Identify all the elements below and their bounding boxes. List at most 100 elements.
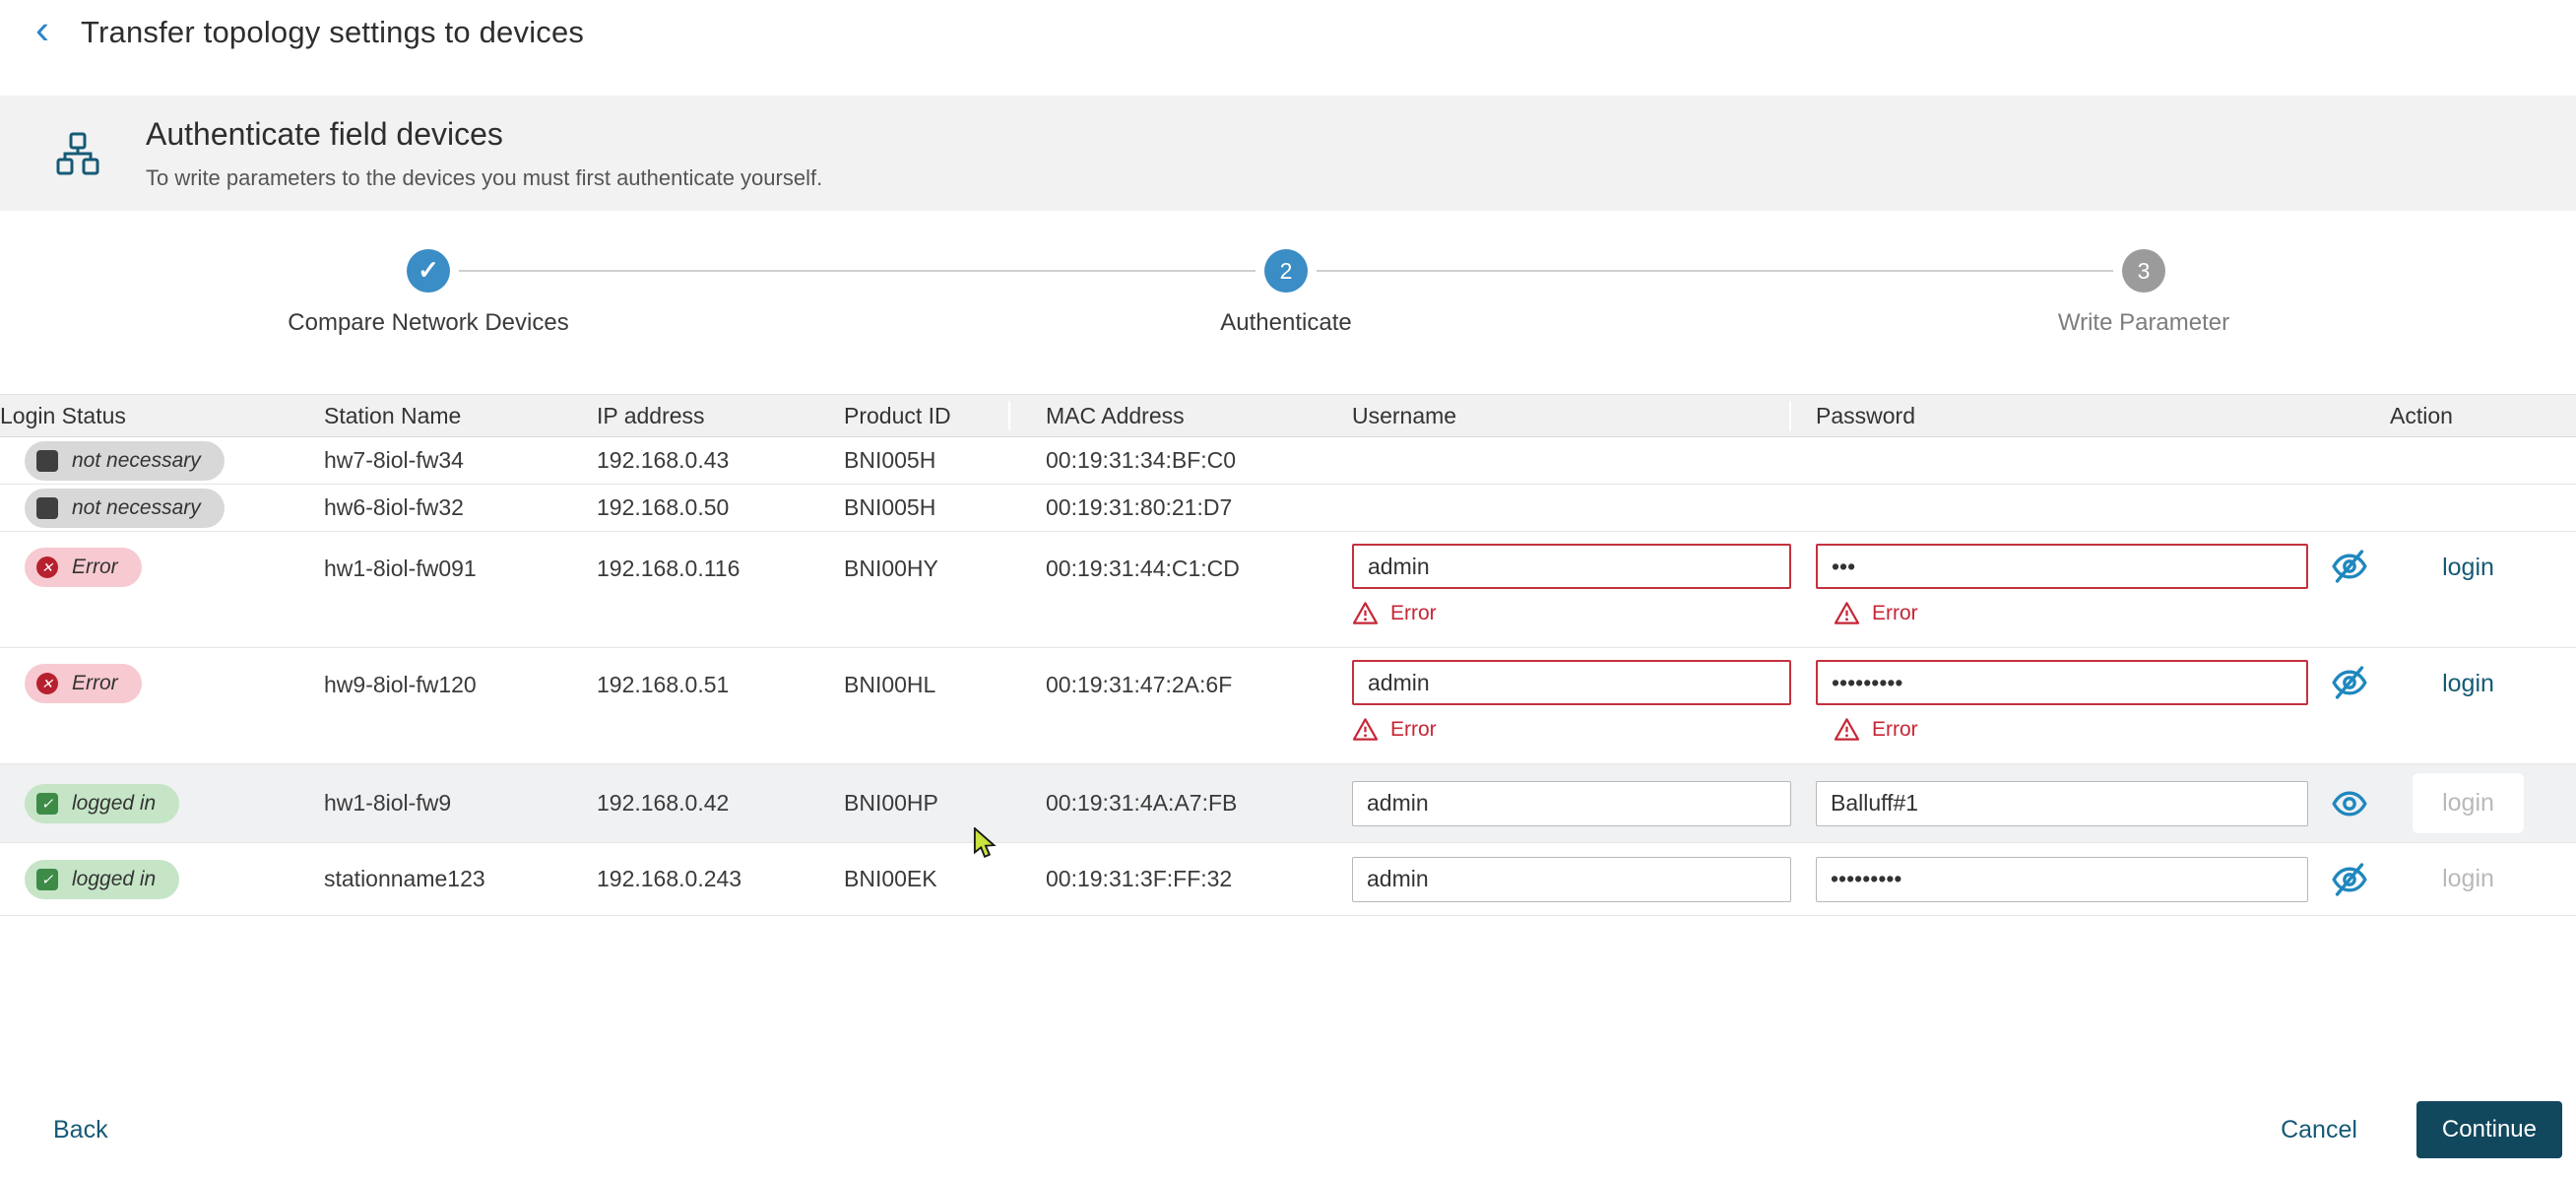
status-badge: ✕ Error [25,548,142,587]
step-2-label: Authenticate [1220,309,1352,336]
username-error: Error [1352,717,1816,742]
footer-bar: Back Cancel Continue [0,1101,2576,1158]
column-header-ip-address: IP address [597,402,705,428]
product-id-cell: BNI00HY [844,556,938,581]
action-cell: login [2390,532,2576,582]
cancel-button[interactable]: Cancel [2281,1116,2357,1144]
status-badge: ✓ logged in [25,859,180,899]
username-input[interactable] [1352,780,1791,826]
device-table-header: Login Status Station Name IP address Produc… [0,394,2576,437]
status-badge: ✓ logged in [25,783,180,823]
login-status-cell: not necessary [0,488,324,528]
station-name-cell: hw7-8iol-fw34 [324,447,464,473]
status-badge-label: logged in [72,867,157,890]
username-cell [1352,780,1816,826]
column-header-mac-address: MAC Address [1046,402,1185,428]
step-number: 3 [2137,257,2151,284]
eye-off-icon[interactable] [2330,860,2369,899]
status-badge: not necessary [25,488,225,528]
login-button[interactable]: login [2442,670,2494,698]
table-row: ✕ Error hw9-8iol-fw120 192.168.0.51 BNI00… [0,648,2576,764]
product-id-cell: BNI00HP [844,790,938,816]
step-3-circle[interactable]: 3 [2122,249,2165,293]
station-name-cell: stationname123 [324,866,485,891]
table-row: ✓ logged in stationname123 192.168.0.243 … [0,843,2576,916]
table-row: ✓ logged in hw1-8iol-fw9 192.168.0.42 BNI… [0,764,2576,843]
step-2-circle[interactable]: 2 [1264,249,1308,293]
username-input[interactable] [1352,544,1791,589]
status-badge: ✕ Error [25,664,142,703]
mac-address-cell: 00:19:31:44:C1:CD [1046,556,1240,581]
username-cell: Error [1352,648,1816,742]
login-button-box: login [2413,773,2524,833]
check-icon: ✓ [418,254,439,285]
password-input[interactable] [1816,544,2308,589]
error-text: Error [1390,717,1437,741]
username-cell: Error [1352,532,1816,625]
column-header-action: Action [2390,402,2453,428]
table-row: not necessary hw7-8iol-fw34 192.168.0.43… [0,437,2576,485]
wizard-stepper: ✓ 2 3 Compare Network Devices Authentica… [0,211,2576,394]
column-header-username: Username [1352,402,1457,428]
username-cell [1352,856,1816,902]
step-number: 2 [1279,257,1293,284]
login-button[interactable]: login [2442,554,2494,582]
column-header-password: Password [1816,402,1915,428]
status-badge: not necessary [25,440,225,481]
table-row: ✕ Error hw1-8iol-fw091 192.168.0.116 BNI0… [0,532,2576,648]
check-square-icon: ✓ [36,868,58,890]
username-input[interactable] [1352,660,1791,705]
banner-title: Authenticate field devices [146,115,503,152]
banner-subtitle: To write parameters to the devices you m… [146,164,823,190]
error-text: Error [1872,601,1918,624]
column-divider[interactable] [1008,401,1010,430]
action-cell: login [2390,865,2576,893]
password-cell: Error [1816,648,2390,742]
continue-button[interactable]: Continue [2415,1101,2562,1158]
mac-address-cell: 00:19:31:80:21:D7 [1046,494,1233,520]
password-input[interactable] [1816,660,2308,705]
password-input[interactable] [1816,780,2308,826]
status-badge-label: Error [72,556,118,578]
step-1-label: Compare Network Devices [288,309,569,336]
back-button[interactable]: Back [53,1116,108,1144]
status-badge-label: not necessary [72,495,201,519]
mac-address-cell: 00:19:31:4A:A7:FB [1046,790,1238,816]
square-icon [36,449,58,472]
station-name-cell: hw6-8iol-fw32 [324,494,464,520]
login-status-cell: ✓ logged in [0,859,324,899]
column-divider[interactable] [1789,401,1791,430]
column-header-login-status: Login Status [0,402,126,428]
column-header-product-id: Product ID [844,402,951,428]
mac-address-cell: 00:19:31:34:BF:C0 [1046,447,1237,473]
eye-off-icon[interactable] [2330,547,2369,586]
step-1-circle[interactable]: ✓ [407,249,450,293]
product-id-cell: BNI005H [844,494,936,520]
network-topology-icon [56,132,99,174]
password-error: Error [1834,601,2390,625]
username-input[interactable] [1352,856,1791,902]
status-badge-label: not necessary [72,448,201,472]
password-cell: Error [1816,532,2390,625]
status-badge-label: logged in [72,791,157,815]
step-3-label: Write Parameter [2057,309,2230,336]
action-cell: login [2390,773,2576,833]
error-text: Error [1390,601,1437,624]
authenticate-banner: Authenticate field devices To write para… [0,96,2576,211]
eye-icon[interactable] [2330,784,2369,823]
login-status-cell: ✕ Error [0,532,324,587]
page-header: ‹ Transfer topology settings to devices [0,0,2576,65]
password-input[interactable] [1816,856,2308,902]
login-button[interactable]: login [2442,865,2494,893]
eye-off-icon[interactable] [2330,663,2369,702]
login-button[interactable]: login [2442,789,2494,817]
circle-x-icon: ✕ [36,673,58,694]
action-cell: login [2390,648,2576,698]
column-header-station-name: Station Name [324,402,462,428]
back-chevron-icon[interactable]: ‹ [26,9,59,50]
login-status-cell: not necessary [0,440,324,481]
password-cell [1816,856,2390,902]
station-name-cell: hw9-8iol-fw120 [324,672,477,697]
username-error: Error [1352,601,1816,625]
station-name-cell: hw1-8iol-fw9 [324,790,452,816]
